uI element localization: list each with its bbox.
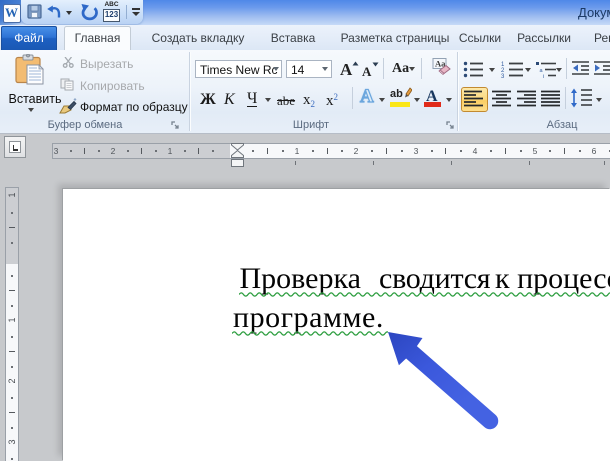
svg-text:i: i bbox=[543, 74, 544, 78]
svg-text:3: 3 bbox=[501, 74, 505, 78]
